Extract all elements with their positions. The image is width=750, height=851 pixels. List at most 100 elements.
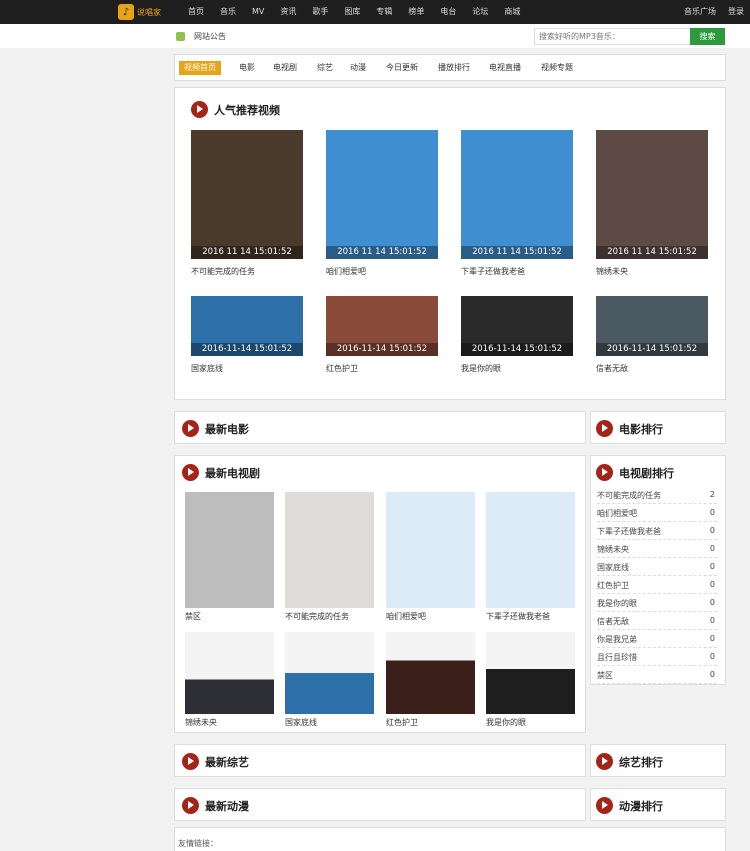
- tab-movies[interactable]: 电影: [239, 61, 255, 75]
- latest-anime-panel: 最新动漫: [174, 788, 586, 821]
- variety-ranking-panel: 综艺排行: [590, 744, 726, 777]
- video-title-link[interactable]: 下辈子还做我老爸: [461, 266, 525, 277]
- video-thumb[interactable]: 2016 11 14 15:01:52: [461, 130, 573, 259]
- tab-tv-series[interactable]: 电视剧: [273, 61, 297, 75]
- tv-title-link[interactable]: 红色护卫: [386, 717, 418, 728]
- ranking-row[interactable]: 咱们相爱吧 0: [597, 504, 717, 522]
- video-thumb[interactable]: 2016 11 14 15:01:52: [191, 130, 303, 259]
- video-title-link[interactable]: 我是你的眼: [461, 363, 501, 374]
- latest-movies-title: 最新电影: [182, 420, 249, 437]
- tv-title-link[interactable]: 咱们相爱吧: [386, 611, 426, 622]
- nav-mv[interactable]: MV: [252, 0, 264, 24]
- site-logo[interactable]: ♪ 说唱家: [118, 4, 161, 20]
- video-thumb[interactable]: 2016 11 14 15:01:52: [596, 130, 708, 259]
- tab-video-topics[interactable]: 视频专题: [541, 61, 573, 75]
- video-thumb[interactable]: 2016-11-14 15:01:52: [191, 296, 303, 356]
- ranking-title[interactable]: 且行且珍惜: [597, 652, 637, 663]
- play-circle-icon: [191, 101, 208, 118]
- nav-shop[interactable]: 商城: [504, 0, 520, 24]
- ranking-count: 0: [709, 598, 715, 607]
- tab-anime[interactable]: 动漫: [350, 61, 366, 75]
- logo-icon: ♪: [118, 4, 134, 20]
- tv-thumb[interactable]: [486, 632, 575, 714]
- ranking-row[interactable]: 信者无敌 0: [597, 612, 717, 630]
- ranking-count: 0: [709, 580, 715, 589]
- video-title-link[interactable]: 咱们相爱吧: [326, 266, 366, 277]
- nav-charts[interactable]: 榜单: [408, 0, 424, 24]
- ranking-row[interactable]: 且行且珍惜 0: [597, 648, 717, 666]
- nav-albums[interactable]: 专辑: [376, 0, 392, 24]
- movie-ranking-panel: 电影排行: [590, 411, 726, 444]
- video-thumb[interactable]: 2016-11-14 15:01:52: [461, 296, 573, 356]
- music-square-link[interactable]: 音乐广场: [684, 0, 716, 24]
- tv-title-link[interactable]: 不可能完成的任务: [285, 611, 349, 622]
- ranking-row[interactable]: 我是你的眼 0: [597, 594, 717, 612]
- video-title-link[interactable]: 红色护卫: [326, 363, 358, 374]
- tab-video-home[interactable]: 视频首页: [179, 61, 221, 75]
- ranking-row[interactable]: 国家底线 0: [597, 558, 717, 576]
- video-timestamp: 2016-11-14 15:01:52: [191, 343, 303, 356]
- play-circle-icon: [596, 464, 613, 481]
- notice-icon: [176, 32, 185, 41]
- nav-news[interactable]: 资讯: [280, 0, 296, 24]
- video-title-link[interactable]: 信者无敌: [596, 363, 628, 374]
- video-thumb[interactable]: 2016-11-14 15:01:52: [596, 296, 708, 356]
- ranking-row[interactable]: 锦绣未央 0: [597, 540, 717, 558]
- ranking-title[interactable]: 我是你的眼: [597, 598, 637, 609]
- tv-title-link[interactable]: 国家底线: [285, 717, 317, 728]
- ranking-title[interactable]: 锦绣未央: [597, 544, 629, 555]
- nav-home[interactable]: 首页: [188, 0, 204, 24]
- video-timestamp: 2016-11-14 15:01:52: [596, 343, 708, 356]
- ranking-title[interactable]: 禁区: [597, 670, 613, 681]
- ranking-title[interactable]: 红色护卫: [597, 580, 629, 591]
- nav-gallery[interactable]: 图库: [344, 0, 360, 24]
- tv-thumb[interactable]: [285, 492, 374, 608]
- site-notice-link[interactable]: 网站公告: [194, 31, 226, 42]
- video-title-link[interactable]: 不可能完成的任务: [191, 266, 255, 277]
- tv-thumb[interactable]: [185, 492, 274, 608]
- ranking-title[interactable]: 信者无敌: [597, 616, 629, 627]
- nav-music[interactable]: 音乐: [220, 0, 236, 24]
- tv-title-link[interactable]: 我是你的眼: [486, 717, 526, 728]
- ranking-row[interactable]: 下辈子还做我老爸 0: [597, 522, 717, 540]
- tv-thumb[interactable]: [185, 632, 274, 714]
- nav-singers[interactable]: 歌手: [312, 0, 328, 24]
- tv-thumb[interactable]: [486, 492, 575, 608]
- nav-forum[interactable]: 论坛: [472, 0, 488, 24]
- ranking-title[interactable]: 下辈子还做我老爸: [597, 526, 661, 537]
- tv-thumb[interactable]: [285, 632, 374, 714]
- ranking-row[interactable]: 红色护卫 0: [597, 576, 717, 594]
- tv-thumb[interactable]: [386, 492, 475, 608]
- video-thumb[interactable]: 2016-11-14 15:01:52: [326, 296, 438, 356]
- popular-videos-title: 人气推荐视频: [191, 101, 280, 118]
- video-category-tabs: 视频首页 电影 电视剧 综艺 动漫 今日更新 播放排行 电视直播 视频专题: [174, 54, 726, 81]
- nav-radio[interactable]: 电台: [440, 0, 456, 24]
- play-circle-icon: [182, 753, 199, 770]
- login-link[interactable]: 登录: [728, 0, 744, 24]
- tab-variety[interactable]: 综艺: [317, 61, 333, 75]
- play-circle-icon: [182, 797, 199, 814]
- tab-tv-live[interactable]: 电视直播: [489, 61, 521, 75]
- ranking-row[interactable]: 不可能完成的任务 2: [597, 486, 717, 504]
- friendly-links-label: 友情链接：: [178, 839, 218, 848]
- video-thumb[interactable]: 2016 11 14 15:01:52: [326, 130, 438, 259]
- search-button[interactable]: 搜索: [690, 28, 725, 45]
- movie-ranking-title: 电影排行: [596, 420, 663, 437]
- tab-play-ranking[interactable]: 播放排行: [438, 61, 470, 75]
- ranking-title[interactable]: 咱们相爱吧: [597, 508, 637, 519]
- search-input[interactable]: [534, 28, 691, 45]
- tv-title-link[interactable]: 禁区: [185, 611, 201, 622]
- tv-title-link[interactable]: 锦绣未央: [185, 717, 217, 728]
- ranking-row[interactable]: 禁区 0: [597, 666, 717, 684]
- tv-thumb[interactable]: [386, 632, 475, 714]
- tab-today-updates[interactable]: 今日更新: [386, 61, 418, 75]
- ranking-row[interactable]: 你是我兄弟 0: [597, 630, 717, 648]
- ranking-title[interactable]: 国家底线: [597, 562, 629, 573]
- video-title-link[interactable]: 锦绣未央: [596, 266, 628, 277]
- ranking-title[interactable]: 你是我兄弟: [597, 634, 637, 645]
- video-timestamp: 2016 11 14 15:01:52: [326, 246, 438, 259]
- tv-title-link[interactable]: 下辈子还做我老爸: [486, 611, 550, 622]
- ranking-title[interactable]: 不可能完成的任务: [597, 490, 661, 501]
- video-title-link[interactable]: 国家底线: [191, 363, 223, 374]
- play-circle-icon: [182, 420, 199, 437]
